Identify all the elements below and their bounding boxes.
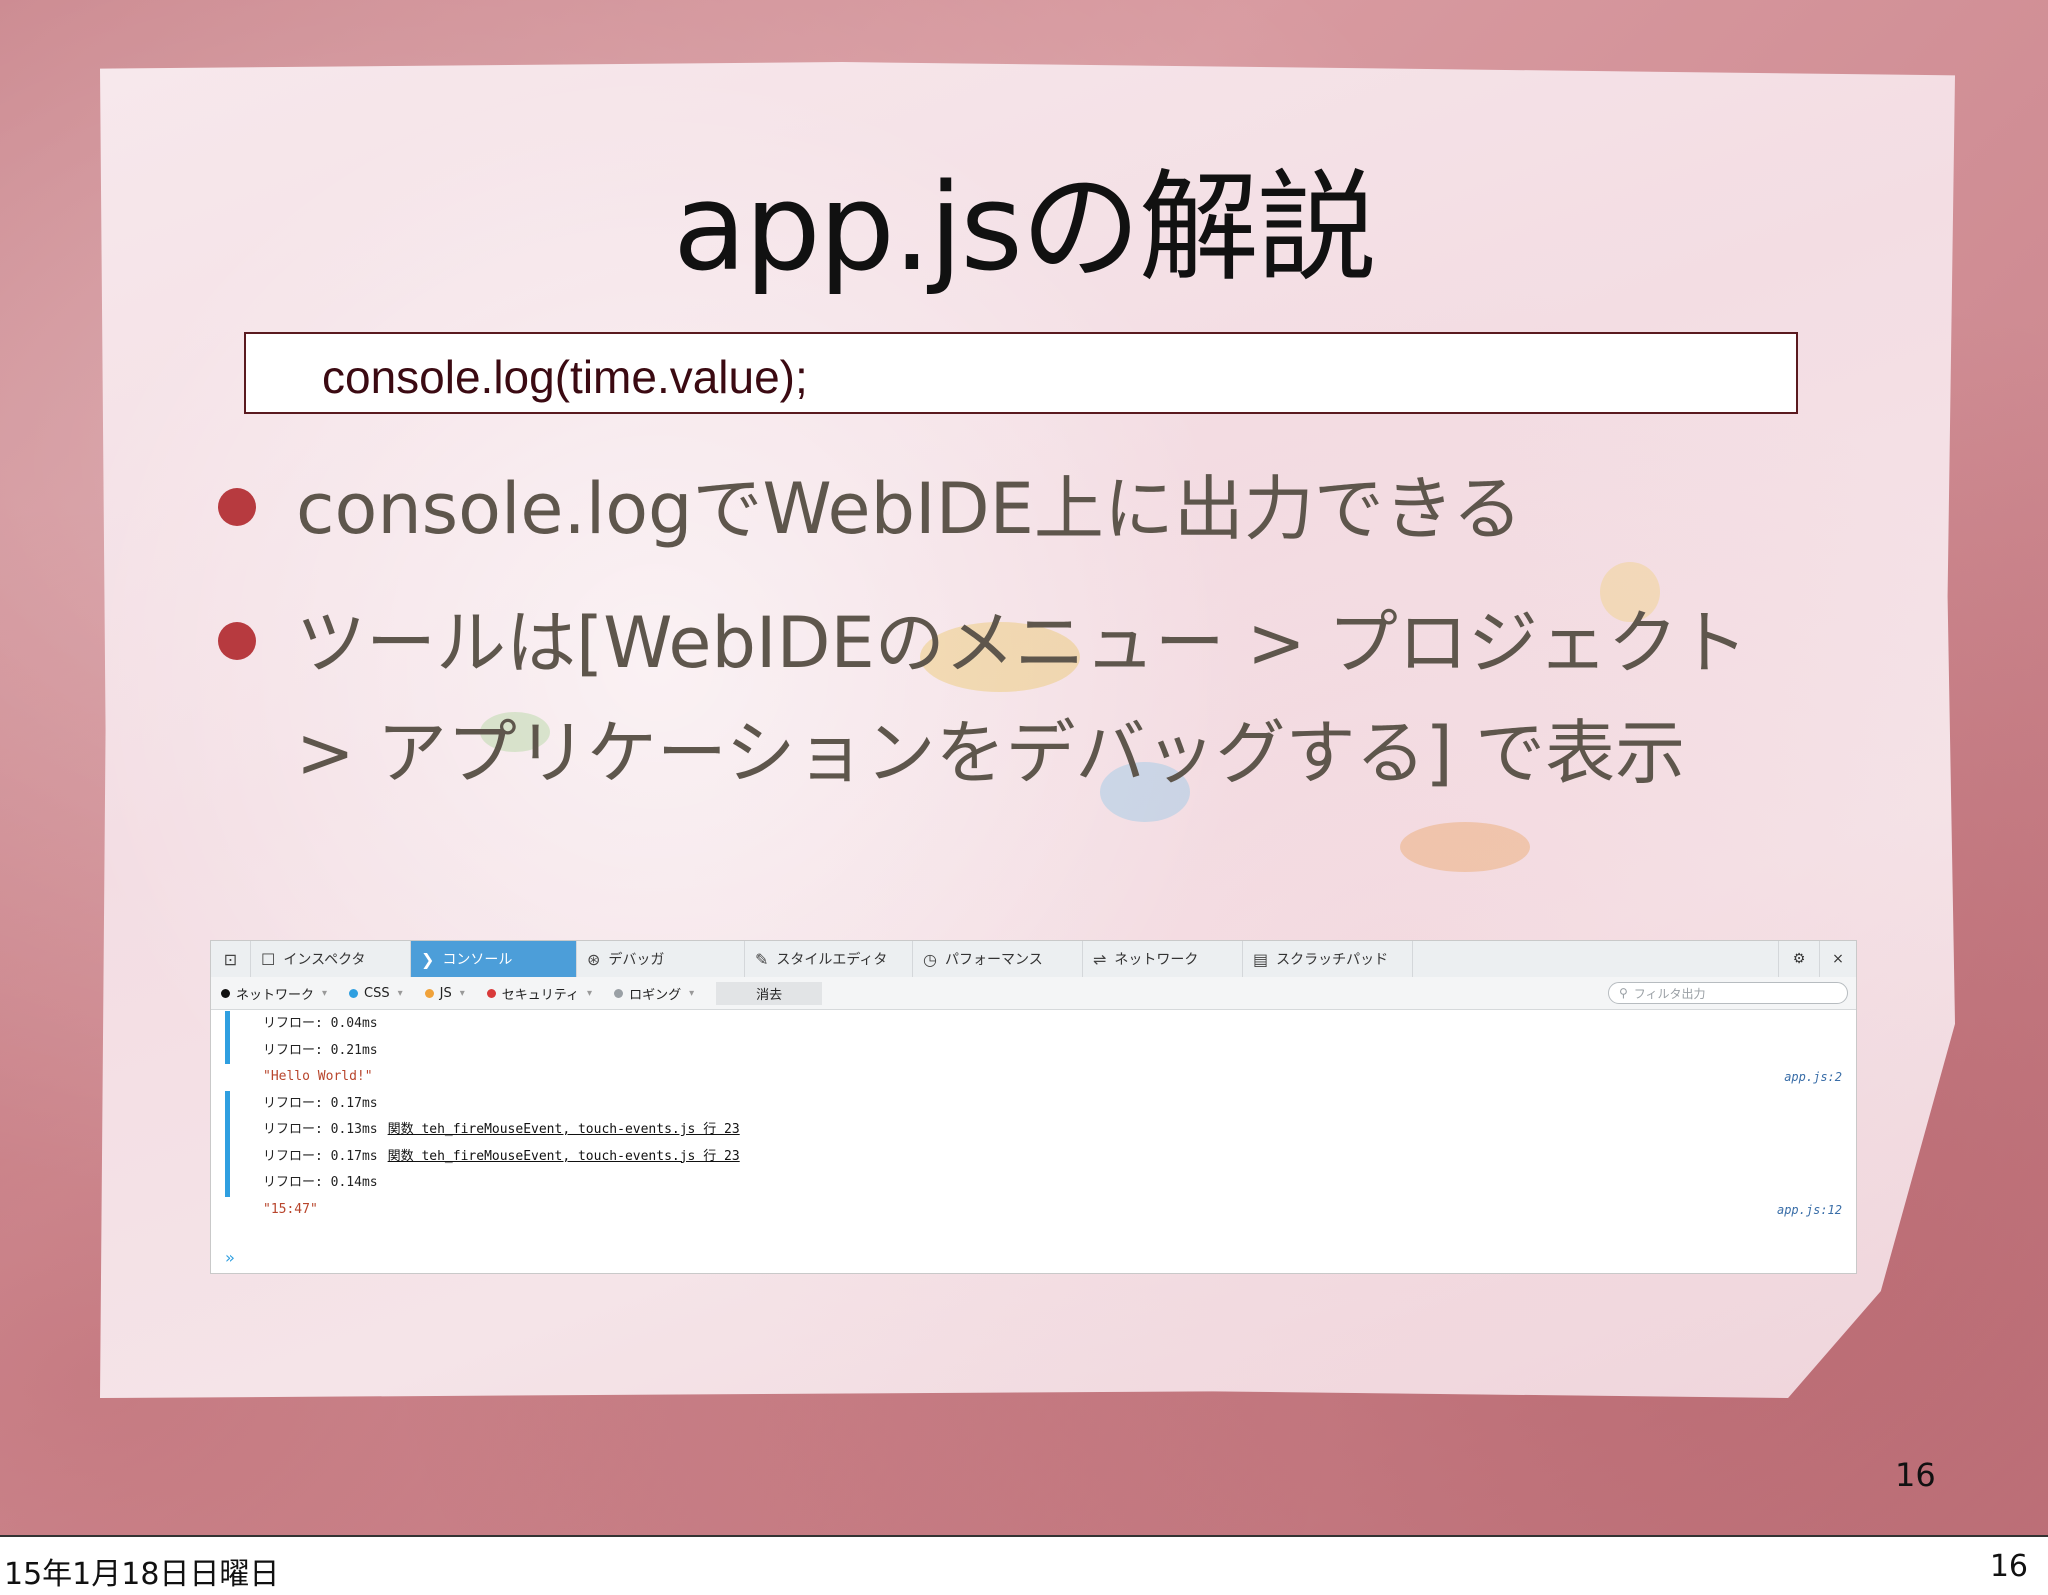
- tab-label: インスペクタ: [283, 952, 366, 968]
- row-text: リフロー: 0.04ms: [263, 1016, 378, 1031]
- console-icon: ❯: [421, 949, 435, 969]
- toolbar-right: ⚙ ×: [1778, 941, 1856, 977]
- source-link[interactable]: app.js:2: [1784, 1064, 1842, 1090]
- tab-console[interactable]: ❯ コンソール: [411, 941, 577, 977]
- row-text: リフロー: 0.13ms: [263, 1122, 378, 1137]
- filter-placeholder: フィルタ出力: [1633, 986, 1706, 1001]
- filter-dot-icon: [424, 988, 434, 998]
- row-text: リフロー: 0.21ms: [263, 1042, 378, 1058]
- console-input-prompt[interactable]: »: [225, 1248, 235, 1267]
- close-button[interactable]: ×: [1820, 941, 1856, 977]
- tab-style-editor[interactable]: ✎ スタイルエディタ: [745, 941, 913, 977]
- chevron-down-icon: ▾: [397, 987, 403, 999]
- picker-icon: ⊡: [223, 949, 238, 969]
- chevron-down-icon: ▾: [459, 987, 465, 999]
- filter-dot-icon: [221, 988, 230, 998]
- console-row: リフロー: 0.17ms: [211, 1090, 1856, 1118]
- footer-date: 15年1月18日日曜日: [4, 1557, 280, 1592]
- tab-label: ネットワーク: [1114, 952, 1199, 968]
- console-row: リフロー: 0.14ms: [211, 1170, 1856, 1197]
- chevron-down-icon: ▾: [689, 987, 695, 999]
- tab-label: パフォーマンス: [944, 952, 1043, 968]
- row-text: リフロー: 0.17ms: [263, 1095, 378, 1111]
- tab-performance[interactable]: ◷ パフォーマンス: [913, 941, 1083, 977]
- chevron-down-icon: ▾: [322, 987, 328, 999]
- console-filter-bar: ネットワーク ▾ CSS ▾ JS ▾ セキュリティ ▾ ロギング ▾ 消去 ⚲…: [211, 977, 1856, 1010]
- console-row: リフロー: 0.21ms: [211, 1037, 1856, 1065]
- tab-scratchpad[interactable]: ▤ スクラッチパッド: [1243, 941, 1413, 977]
- bullet-dot: [218, 622, 256, 660]
- filter-label: セキュリティ: [501, 987, 580, 1003]
- stack-link[interactable]: 関数 teh_fireMouseEvent, touch-events.js 行…: [388, 1149, 740, 1164]
- tab-debugger[interactable]: ⊛ デバッガ: [577, 941, 745, 977]
- code-text: console.log(time.value);: [322, 351, 808, 403]
- filter-css[interactable]: CSS ▾: [349, 986, 403, 1001]
- filter-label: CSS: [364, 985, 390, 1001]
- console-row: "15:47" app.js:12: [211, 1197, 1856, 1224]
- filter-dot-icon: [349, 988, 359, 998]
- console-row: "Hello World!" app.js:2: [211, 1064, 1856, 1091]
- bullet-2-line-1: ツールは[WebIDEのメニュー > プロジェクト: [296, 602, 1748, 684]
- filter-network[interactable]: ネットワーク ▾: [221, 984, 327, 1003]
- row-text: リフロー: 0.14ms: [263, 1175, 378, 1190]
- slide-title: app.jsの解説: [673, 159, 1377, 298]
- tab-label: スクラッチパッド: [1276, 952, 1389, 968]
- chevron-down-icon: ▾: [587, 987, 593, 999]
- bullet-1: console.logでWebIDE上に出力できる: [296, 468, 1523, 550]
- tab-inspector[interactable]: ☐ インスペクタ: [251, 941, 411, 977]
- toolbox-picker-button[interactable]: ⊡: [211, 941, 251, 977]
- inspector-icon: ☐: [261, 949, 276, 969]
- filter-label: JS: [439, 985, 452, 1001]
- style-editor-icon: ✎: [755, 949, 769, 969]
- debugger-icon: ⊛: [587, 949, 601, 969]
- filter-dot-icon: [486, 988, 496, 998]
- filter-js[interactable]: JS ▾: [424, 985, 465, 1001]
- search-icon: ⚲: [1619, 986, 1628, 1000]
- clear-button[interactable]: 消去: [716, 981, 823, 1005]
- row-text: リフロー: 0.17ms: [263, 1148, 378, 1164]
- bullet-2-line-2: > アプリケーションをデバッグする] で表示: [296, 712, 1686, 794]
- filter-output-input[interactable]: ⚲ フィルタ出力: [1608, 982, 1848, 1004]
- code-box: console.log(time.value);: [244, 332, 1798, 414]
- filter-dot-icon: [614, 988, 624, 998]
- devtools-screenshot: ⊡ ☐ インスペクタ ❯ コンソール ⊛ デバッガ ✎ スタイルエディタ ◷ パ…: [210, 940, 1857, 1274]
- network-icon: ⇌: [1093, 949, 1107, 969]
- footer: 15年1月18日日曜日 16: [0, 1535, 2048, 1595]
- scratchpad-icon: ▤: [1253, 949, 1269, 969]
- paint-splash: [1400, 822, 1530, 872]
- footer-page-number: 16: [1989, 1549, 2028, 1584]
- performance-icon: ◷: [923, 949, 937, 969]
- filter-logging[interactable]: ロギング ▾: [614, 984, 694, 1003]
- console-row: リフロー: 0.04ms: [211, 1011, 1856, 1038]
- console-row: リフロー: 0.13ms 関数 teh_fireMouseEvent, touch…: [211, 1117, 1856, 1144]
- console-row: リフロー: 0.17ms 関数 teh_fireMouseEvent, touch…: [211, 1143, 1856, 1171]
- tab-network[interactable]: ⇌ ネットワーク: [1083, 941, 1243, 977]
- filter-security[interactable]: セキュリティ ▾: [486, 984, 593, 1003]
- source-link[interactable]: app.js:12: [1777, 1197, 1842, 1223]
- console-output: リフロー: 0.04ms リフロー: 0.21ms "Hello World!"…: [211, 1011, 1856, 1223]
- gear-icon: ⚙: [1792, 951, 1806, 967]
- bullet-dot: [218, 488, 256, 526]
- close-icon: ×: [1832, 951, 1844, 967]
- tab-label: コンソール: [442, 952, 513, 968]
- devtools-toolbar: ⊡ ☐ インスペクタ ❯ コンソール ⊛ デバッガ ✎ スタイルエディタ ◷ パ…: [211, 941, 1856, 978]
- tab-label: スタイルエディタ: [776, 952, 888, 968]
- stack-link[interactable]: 関数 teh_fireMouseEvent, touch-events.js 行…: [388, 1122, 740, 1137]
- filter-label: ネットワーク: [236, 987, 315, 1003]
- settings-button[interactable]: ⚙: [1778, 941, 1820, 977]
- tab-label: デバッガ: [608, 952, 665, 968]
- slide-page-number: 16: [1895, 1456, 1936, 1494]
- row-text: "Hello World!": [263, 1069, 373, 1084]
- row-text: "15:47": [263, 1201, 318, 1217]
- filter-label: ロギング: [629, 987, 682, 1003]
